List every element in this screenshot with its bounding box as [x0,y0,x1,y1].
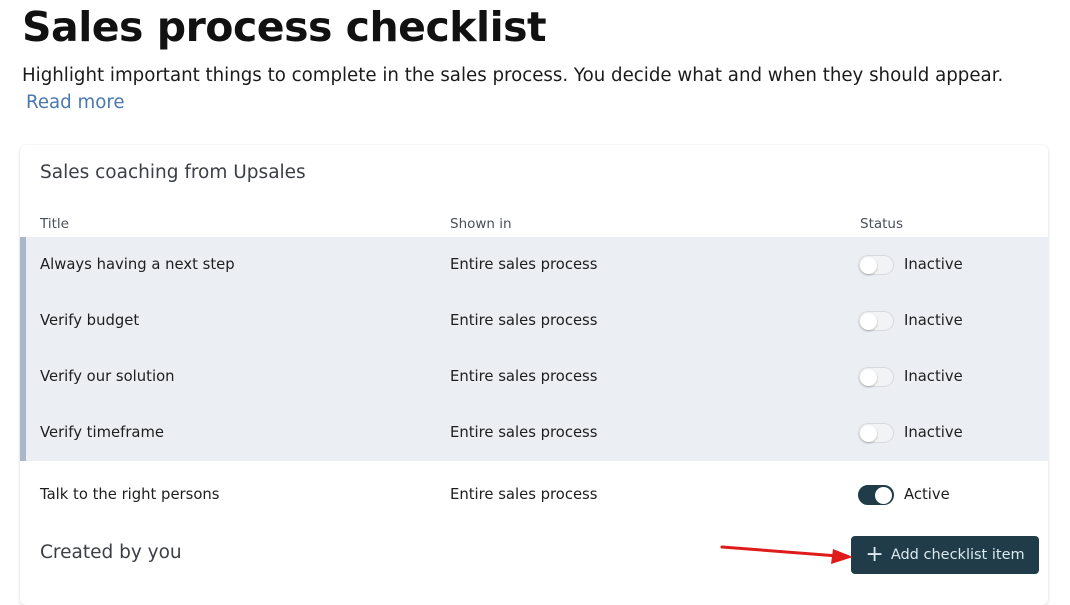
status-label: Inactive [904,368,963,385]
column-header-status: Status [860,216,904,232]
status-label: Inactive [904,424,963,441]
description-text: Highlight important things to complete i… [22,65,1004,86]
table-row: Verify budget Entire sales process Inact… [20,293,1048,349]
row-title: Verify timeframe [40,424,164,441]
row-status: Active [858,467,950,523]
row-status: Inactive [858,405,963,461]
column-header-title: Title [40,216,69,232]
section-title-created: Created by you [40,542,182,563]
status-toggle[interactable] [858,255,894,275]
row-shown-in: Entire sales process [450,312,598,329]
row-shown-in: Entire sales process [450,486,598,503]
plus-icon: + [865,542,884,567]
row-status: Inactive [858,237,963,293]
row-title: Verify our solution [40,368,175,385]
table-row: Always having a next step Entire sales p… [20,237,1048,293]
toggle-knob [860,369,877,386]
row-shown-in: Entire sales process [450,256,598,273]
table-row: Verify timeframe Entire sales process In… [20,405,1048,461]
status-toggle[interactable] [858,367,894,387]
row-status: Inactive [858,349,963,405]
add-checklist-item-label: Add checklist item [890,547,1025,563]
page-title: Sales process checklist [22,3,547,51]
sales-coaching-card: Sales coaching from Upsales Title Shown … [20,145,1048,605]
toggle-knob [875,487,892,504]
add-checklist-item-button[interactable]: + Add checklist item [851,536,1039,574]
status-label: Inactive [904,312,963,329]
toggle-knob [860,257,877,274]
table-row: Talk to the right persons Entire sales p… [20,467,1048,523]
status-label: Active [904,486,950,503]
row-status: Inactive [858,293,963,349]
row-title: Verify budget [40,312,140,329]
column-header-shown-in: Shown in [450,216,512,232]
status-toggle[interactable] [858,423,894,443]
status-toggle[interactable] [858,485,894,505]
status-toggle[interactable] [858,311,894,331]
status-label: Inactive [904,256,963,273]
row-title: Talk to the right persons [40,486,220,503]
section-title-coaching: Sales coaching from Upsales [40,162,306,183]
row-title: Always having a next step [40,256,235,273]
page-description: Highlight important things to complete i… [22,62,1067,116]
toggle-knob [860,313,877,330]
read-more-link[interactable]: Read more [26,89,125,116]
toggle-knob [860,425,877,442]
row-shown-in: Entire sales process [450,424,598,441]
table-row: Verify our solution Entire sales process… [20,349,1048,405]
row-shown-in: Entire sales process [450,368,598,385]
